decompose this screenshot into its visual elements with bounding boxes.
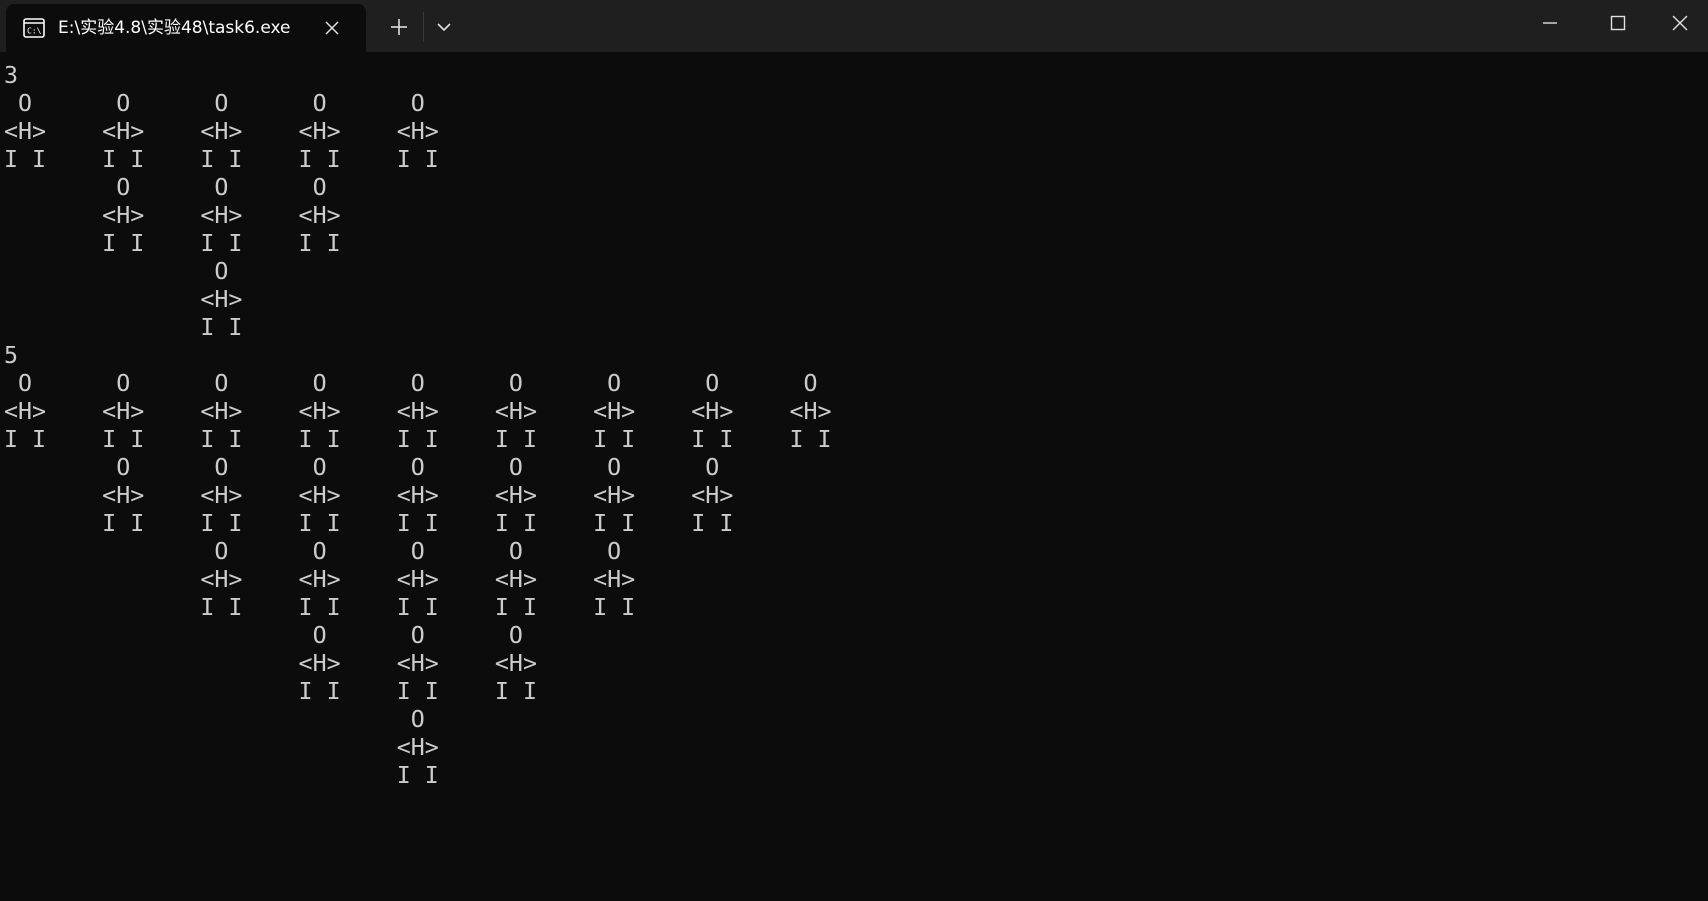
console-output[interactable]: 3 O O O O O <H> <H> <H> <H> <H> I I I I … <box>4 62 1704 892</box>
maximize-button[interactable] <box>1584 0 1652 46</box>
minimize-icon <box>1543 22 1557 24</box>
console-icon: C:\ <box>23 18 45 38</box>
title-bar[interactable]: C:\ E:\实验4.8\实验48\task6.exe <box>0 0 1708 52</box>
tab-title: E:\实验4.8\实验48\task6.exe <box>58 18 291 38</box>
terminal-window: C:\ E:\实验4.8\实验48\task6.exe 3 O O O O O … <box>0 0 1708 901</box>
tab-separator <box>423 12 424 42</box>
svg-text:C:\: C:\ <box>27 27 42 36</box>
chevron-down-icon[interactable] <box>432 14 456 40</box>
maximize-icon <box>1610 15 1626 31</box>
minimize-button[interactable] <box>1516 0 1584 46</box>
close-icon <box>1672 15 1688 31</box>
close-window-button[interactable] <box>1652 0 1708 46</box>
terminal-tab[interactable]: C:\ E:\实验4.8\实验48\task6.exe <box>6 4 366 52</box>
close-icon[interactable] <box>322 18 342 38</box>
plus-icon[interactable] <box>385 13 413 41</box>
